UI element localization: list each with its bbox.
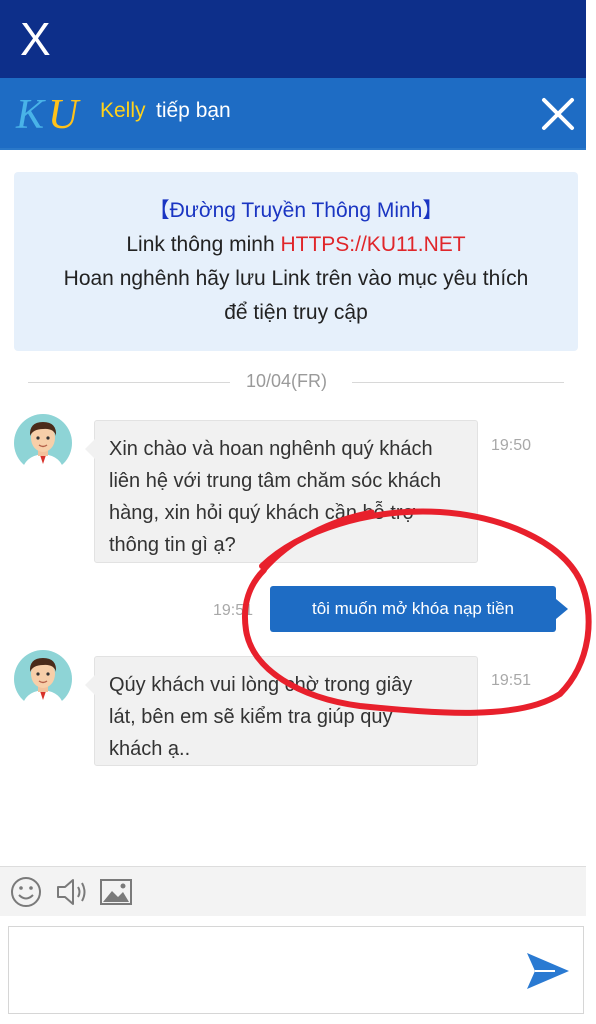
- message-line: lát, bên em sẽ kiểm tra giúp quý: [109, 706, 393, 728]
- user-message: tôi muốn mở khóa nạp tiền: [270, 586, 568, 632]
- agent-avatar: [14, 414, 72, 472]
- message-line: thông tin gì ạ?: [109, 534, 236, 556]
- agent-message: Qúy khách vui lòng chờ trong giây lát, b…: [85, 656, 478, 766]
- message-line: liên hệ với trung tâm chăm sóc khách: [109, 470, 442, 492]
- message-input-area: [8, 926, 584, 1014]
- notice-line-4: để tiện truy cập: [224, 301, 368, 324]
- message-time: 19:51: [213, 602, 254, 619]
- close-window-button[interactable]: X: [20, 14, 60, 64]
- agent-message: Xin chào và hoan nghênh quý khách liên h…: [85, 420, 478, 563]
- message-time: 19:51: [491, 672, 532, 689]
- image-icon[interactable]: [98, 875, 134, 909]
- close-icon[interactable]: [538, 94, 578, 134]
- message-time: 19:50: [491, 437, 532, 454]
- notice-link[interactable]: HTTPS://KU11.NET: [280, 233, 465, 256]
- top-bar: X: [0, 0, 586, 78]
- message-line: hàng, xin hỏi quý khách cần hỗ trợ: [109, 502, 416, 524]
- send-icon[interactable]: [525, 949, 571, 993]
- date-label: 10/04(FR): [246, 371, 328, 391]
- message-line: Xin chào và hoan nghênh quý khách: [109, 438, 433, 460]
- notice-box: 【Đường Truyền Thông Minh】 Link thông min…: [14, 172, 578, 351]
- chat-page: X K U Kelly tiếp bạn 【Đường Truyền Thông…: [0, 0, 596, 1024]
- notice-line-3: Hoan nghênh hãy lưu Link trên vào mục yê…: [63, 267, 529, 290]
- svg-text:U: U: [48, 92, 81, 136]
- chat-toolbar: [0, 866, 586, 916]
- agent-name: Kelly: [100, 99, 146, 122]
- message-input[interactable]: [17, 935, 507, 1005]
- emoji-icon[interactable]: [8, 875, 44, 909]
- divider: [352, 382, 564, 383]
- notice-link-prefix: Link thông minh: [126, 233, 281, 256]
- message-line: Qúy khách vui lòng chờ trong giây: [109, 674, 413, 696]
- divider: [28, 382, 230, 383]
- agent-greeting: tiếp bạn: [156, 99, 231, 122]
- notice-link-line: Link thông minh HTTPS://KU11.NET: [14, 228, 578, 262]
- svg-text:K: K: [15, 92, 46, 136]
- voice-icon[interactable]: [54, 875, 90, 909]
- date-separator: 10/04(FR): [28, 368, 564, 396]
- chat-header: K U Kelly tiếp bạn: [0, 78, 586, 150]
- notice-title: 【Đường Truyền Thông Minh】: [148, 199, 444, 222]
- ku-logo: K U: [15, 92, 81, 136]
- agent-avatar: [14, 650, 72, 708]
- message-line: khách ạ..: [109, 738, 191, 760]
